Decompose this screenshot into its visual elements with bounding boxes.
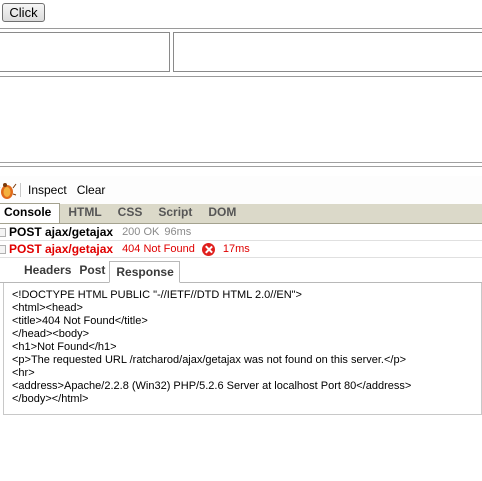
response-line: </head><body> xyxy=(12,328,90,340)
divider xyxy=(0,76,482,77)
response-body: <!DOCTYPE HTML PUBLIC "-//IETF//DTD HTML… xyxy=(3,283,482,415)
request-time: 96ms xyxy=(164,226,192,238)
tab-post[interactable]: Post xyxy=(75,261,109,282)
page-content: Click xyxy=(0,0,482,162)
response-text: <!DOCTYPE HTML PUBLIC "-//IETF//DTD HTML… xyxy=(12,289,481,406)
panel-splitter[interactable] xyxy=(0,162,482,176)
firebug-tab-bar: Console HTML CSS Script DOM xyxy=(0,203,482,224)
tab-response[interactable]: Response xyxy=(109,261,180,283)
tab-html[interactable]: HTML xyxy=(60,204,109,223)
request-status: 200 OK xyxy=(122,226,160,238)
expand-twisty-icon[interactable] xyxy=(0,241,9,258)
request-row-error[interactable]: POST ajax/getajax 404 Not Found 17ms xyxy=(0,241,482,258)
toolbar-separator xyxy=(20,183,21,197)
inspect-button[interactable]: Inspect xyxy=(23,183,72,197)
request-method-url: POST ajax/getajax xyxy=(9,242,114,256)
response-line: </body></html> xyxy=(12,393,89,405)
response-line: <h1>Not Found</h1> xyxy=(12,341,117,353)
clear-button[interactable]: Clear xyxy=(72,183,111,197)
tab-script[interactable]: Script xyxy=(150,204,200,223)
right-frame xyxy=(173,32,482,72)
response-line: <title>404 Not Found</title> xyxy=(12,315,148,327)
request-time: 17ms xyxy=(222,243,250,255)
request-detail-tabs: Headers Post Response xyxy=(0,261,482,283)
click-button[interactable]: Click xyxy=(2,3,45,22)
tab-dom[interactable]: DOM xyxy=(200,204,244,223)
request-method-url: POST ajax/getajax xyxy=(9,225,114,239)
response-line: <p>The requested URL /ratcharod/ajax/get… xyxy=(12,354,407,366)
response-line: <!DOCTYPE HTML PUBLIC "-//IETF//DTD HTML… xyxy=(12,289,302,301)
left-frame xyxy=(0,32,170,72)
request-row[interactable]: POST ajax/getajax 200 OK 96ms xyxy=(0,224,482,241)
firebug-toolbar: Inspect Clear xyxy=(0,176,482,204)
tab-headers[interactable]: Headers xyxy=(20,261,75,282)
tab-css[interactable]: CSS xyxy=(110,204,151,223)
firebug-icon[interactable] xyxy=(0,179,18,201)
divider xyxy=(0,28,482,29)
response-line: <html><head> xyxy=(12,302,83,314)
tab-console[interactable]: Console xyxy=(0,203,61,223)
expand-twisty-icon[interactable] xyxy=(0,224,9,241)
error-icon xyxy=(201,242,215,256)
request-status: 404 Not Found xyxy=(122,243,195,255)
response-line: <hr> xyxy=(12,367,35,379)
response-line: <address>Apache/2.2.8 (Win32) PHP/5.2.6 … xyxy=(12,380,412,392)
